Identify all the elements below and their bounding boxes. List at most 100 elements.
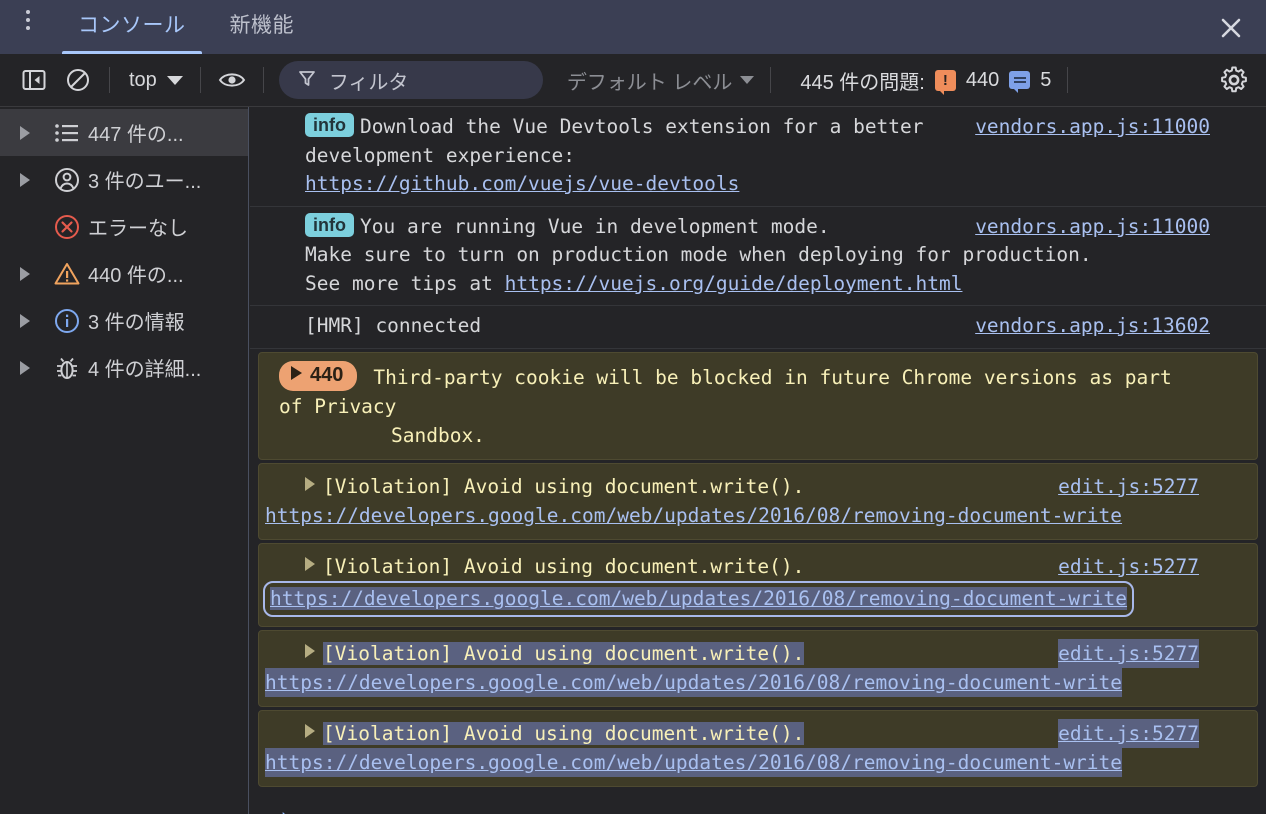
gear-icon[interactable] xyxy=(1212,60,1256,100)
sidebar-item-messages[interactable]: 447 件の... xyxy=(0,109,248,156)
tab-strip: コンソール 新機能 xyxy=(0,0,1266,54)
message-text: Download the Vue Devtools extension for … xyxy=(360,115,924,138)
console-violation-message[interactable]: edit.js:5277 [Violation] Avoid using doc… xyxy=(258,630,1258,707)
message-text-line2: development experience: xyxy=(305,144,575,167)
warning-text: Third-party cookie will be blocked in fu… xyxy=(279,366,1172,418)
toolbar-divider xyxy=(263,67,264,93)
expand-triangle-icon xyxy=(291,366,302,380)
info-circle-icon xyxy=(46,307,88,335)
toolbar-divider xyxy=(770,67,771,93)
context-selector[interactable]: top xyxy=(119,62,191,98)
source-link[interactable]: vendors.app.js:13602 xyxy=(975,312,1210,341)
expand-triangle-icon[interactable] xyxy=(305,724,315,738)
console-message-plain[interactable]: vendors.app.js:13602 [HMR] connected xyxy=(250,306,1266,349)
issues-warning-count: 440 xyxy=(966,69,999,92)
sidebar-item-errors[interactable]: エラーなし xyxy=(0,203,248,250)
sidebar-item-label: 4 件の詳細... xyxy=(88,353,201,382)
sidebar-item-label: 440 件の... xyxy=(88,259,184,288)
console-prompt[interactable]: › xyxy=(250,790,1266,814)
violation-url-link[interactable]: https://developers.google.com/web/update… xyxy=(265,501,1122,530)
expand-triangle-icon[interactable] xyxy=(20,361,46,375)
message-text-line3-prefix: See more tips at xyxy=(305,272,505,295)
console-violation-message[interactable]: edit.js:5277 [Violation] Avoid using doc… xyxy=(258,463,1258,540)
list-messages-icon xyxy=(46,121,88,145)
sidebar-panel-icon[interactable] xyxy=(12,60,56,100)
sidebar-item-verbose[interactable]: 4 件の詳細... xyxy=(0,344,248,391)
devtools-window: コンソール 新機能 top xyxy=(0,0,1266,814)
message-url-link[interactable]: https://vuejs.org/guide/deployment.html xyxy=(505,272,963,295)
tab-whats-new[interactable]: 新機能 xyxy=(208,0,317,54)
message-url-link[interactable]: https://github.com/vuejs/vue-devtools xyxy=(305,172,739,195)
message-text-line2: Make sure to turn on production mode whe… xyxy=(305,243,1092,266)
warning-text-line2: Sandbox. xyxy=(279,424,485,447)
prompt-caret-icon: › xyxy=(278,804,292,814)
source-link[interactable]: edit.js:5277 xyxy=(1058,552,1199,581)
sidebar-item-info[interactable]: 3 件の情報 xyxy=(0,297,248,344)
console-message-list[interactable]: vendors.app.js:11000 info Download the Vu… xyxy=(250,107,1266,814)
console-message-info[interactable]: vendors.app.js:11000 info You are running… xyxy=(250,207,1266,307)
source-link[interactable]: edit.js:5277 xyxy=(1058,719,1199,748)
violation-url-link[interactable]: https://developers.google.com/web/update… xyxy=(270,587,1127,610)
clear-console-icon[interactable] xyxy=(56,60,100,100)
expand-triangle-icon[interactable] xyxy=(305,644,315,658)
info-badge: info xyxy=(305,113,354,137)
console-violation-message[interactable]: edit.js:5277 [Violation] Avoid using doc… xyxy=(258,543,1258,627)
source-link[interactable]: vendors.app.js:11000 xyxy=(975,113,1210,142)
filter-input[interactable]: フィルタ xyxy=(279,61,543,99)
kebab-menu-icon[interactable] xyxy=(0,0,56,54)
source-link[interactable]: vendors.app.js:11000 xyxy=(975,213,1210,242)
group-count-badge[interactable]: 440 xyxy=(279,361,357,391)
warning-triangle-icon xyxy=(46,260,88,288)
sidebar-item-warnings[interactable]: 440 件の... xyxy=(0,250,248,297)
toolbar-divider xyxy=(109,67,110,93)
sidebar-item-label: 447 件の... xyxy=(88,118,184,147)
sidebar-item-user-messages[interactable]: 3 件のユー... xyxy=(0,156,248,203)
violation-url-link[interactable]: https://developers.google.com/web/update… xyxy=(265,668,1122,697)
issues-label: 445 件の問題: xyxy=(800,66,924,95)
group-count: 440 xyxy=(310,364,343,386)
console-sidebar: 447 件の... 3 件のユー... エラーなし xyxy=(0,107,249,814)
expand-triangle-icon[interactable] xyxy=(20,126,46,140)
source-link[interactable]: edit.js:5277 xyxy=(1058,472,1199,501)
log-level-selector[interactable]: デフォルト レベル xyxy=(567,66,755,95)
log-level-value: デフォルト レベル xyxy=(567,66,733,95)
console-warning-group[interactable]: 440Third-party cookie will be blocked in… xyxy=(258,352,1258,460)
expand-triangle-icon[interactable] xyxy=(305,477,315,491)
expand-triangle-icon[interactable] xyxy=(20,314,46,328)
toolbar-divider xyxy=(1067,67,1068,93)
console-message-info[interactable]: vendors.app.js:11000 info Download the Vu… xyxy=(250,107,1266,207)
focused-link-ring: https://developers.google.com/web/update… xyxy=(263,581,1134,617)
chevron-down-icon xyxy=(740,76,754,84)
message-text: [HMR] connected xyxy=(305,314,481,337)
issues-info-count: 5 xyxy=(1040,69,1051,92)
info-badge: info xyxy=(305,213,354,237)
tab-console-label: コンソール xyxy=(78,9,186,39)
toolbar-divider xyxy=(200,67,201,93)
chevron-down-icon xyxy=(167,76,183,85)
violation-text: [Violation] Avoid using document.write()… xyxy=(323,555,804,578)
filter-placeholder: フィルタ xyxy=(329,66,409,95)
close-icon[interactable] xyxy=(1214,11,1248,45)
source-link[interactable]: edit.js:5277 xyxy=(1058,639,1199,668)
expand-triangle-icon[interactable] xyxy=(20,173,46,187)
user-message-icon xyxy=(46,166,88,194)
warning-badge-icon: ! xyxy=(935,70,956,91)
sidebar-item-label: エラーなし xyxy=(88,212,188,241)
error-circle-icon xyxy=(46,213,88,241)
sidebar-item-label: 3 件の情報 xyxy=(88,306,185,335)
message-text: You are running Vue in development mode. xyxy=(360,215,830,238)
filter-funnel-icon xyxy=(297,68,317,93)
tab-whats-new-label: 新機能 xyxy=(230,9,295,39)
bug-verbose-icon xyxy=(46,354,88,382)
console-toolbar: top フィルタ デフォルト レベル 445 件の問題: xyxy=(0,54,1266,107)
violation-text: [Violation] Avoid using document.write()… xyxy=(323,642,804,665)
context-selector-value: top xyxy=(129,69,157,92)
console-violation-message[interactable]: edit.js:5277 [Violation] Avoid using doc… xyxy=(258,710,1258,787)
violation-url-link[interactable]: https://developers.google.com/web/update… xyxy=(265,748,1122,777)
sidebar-item-label: 3 件のユー... xyxy=(88,165,201,194)
issues-summary[interactable]: 445 件の問題: ! 440 5 xyxy=(800,66,1051,95)
tab-console[interactable]: コンソール xyxy=(56,0,208,54)
live-expression-eye-icon[interactable] xyxy=(210,60,254,100)
expand-triangle-icon[interactable] xyxy=(305,557,315,571)
expand-triangle-icon[interactable] xyxy=(20,267,46,281)
